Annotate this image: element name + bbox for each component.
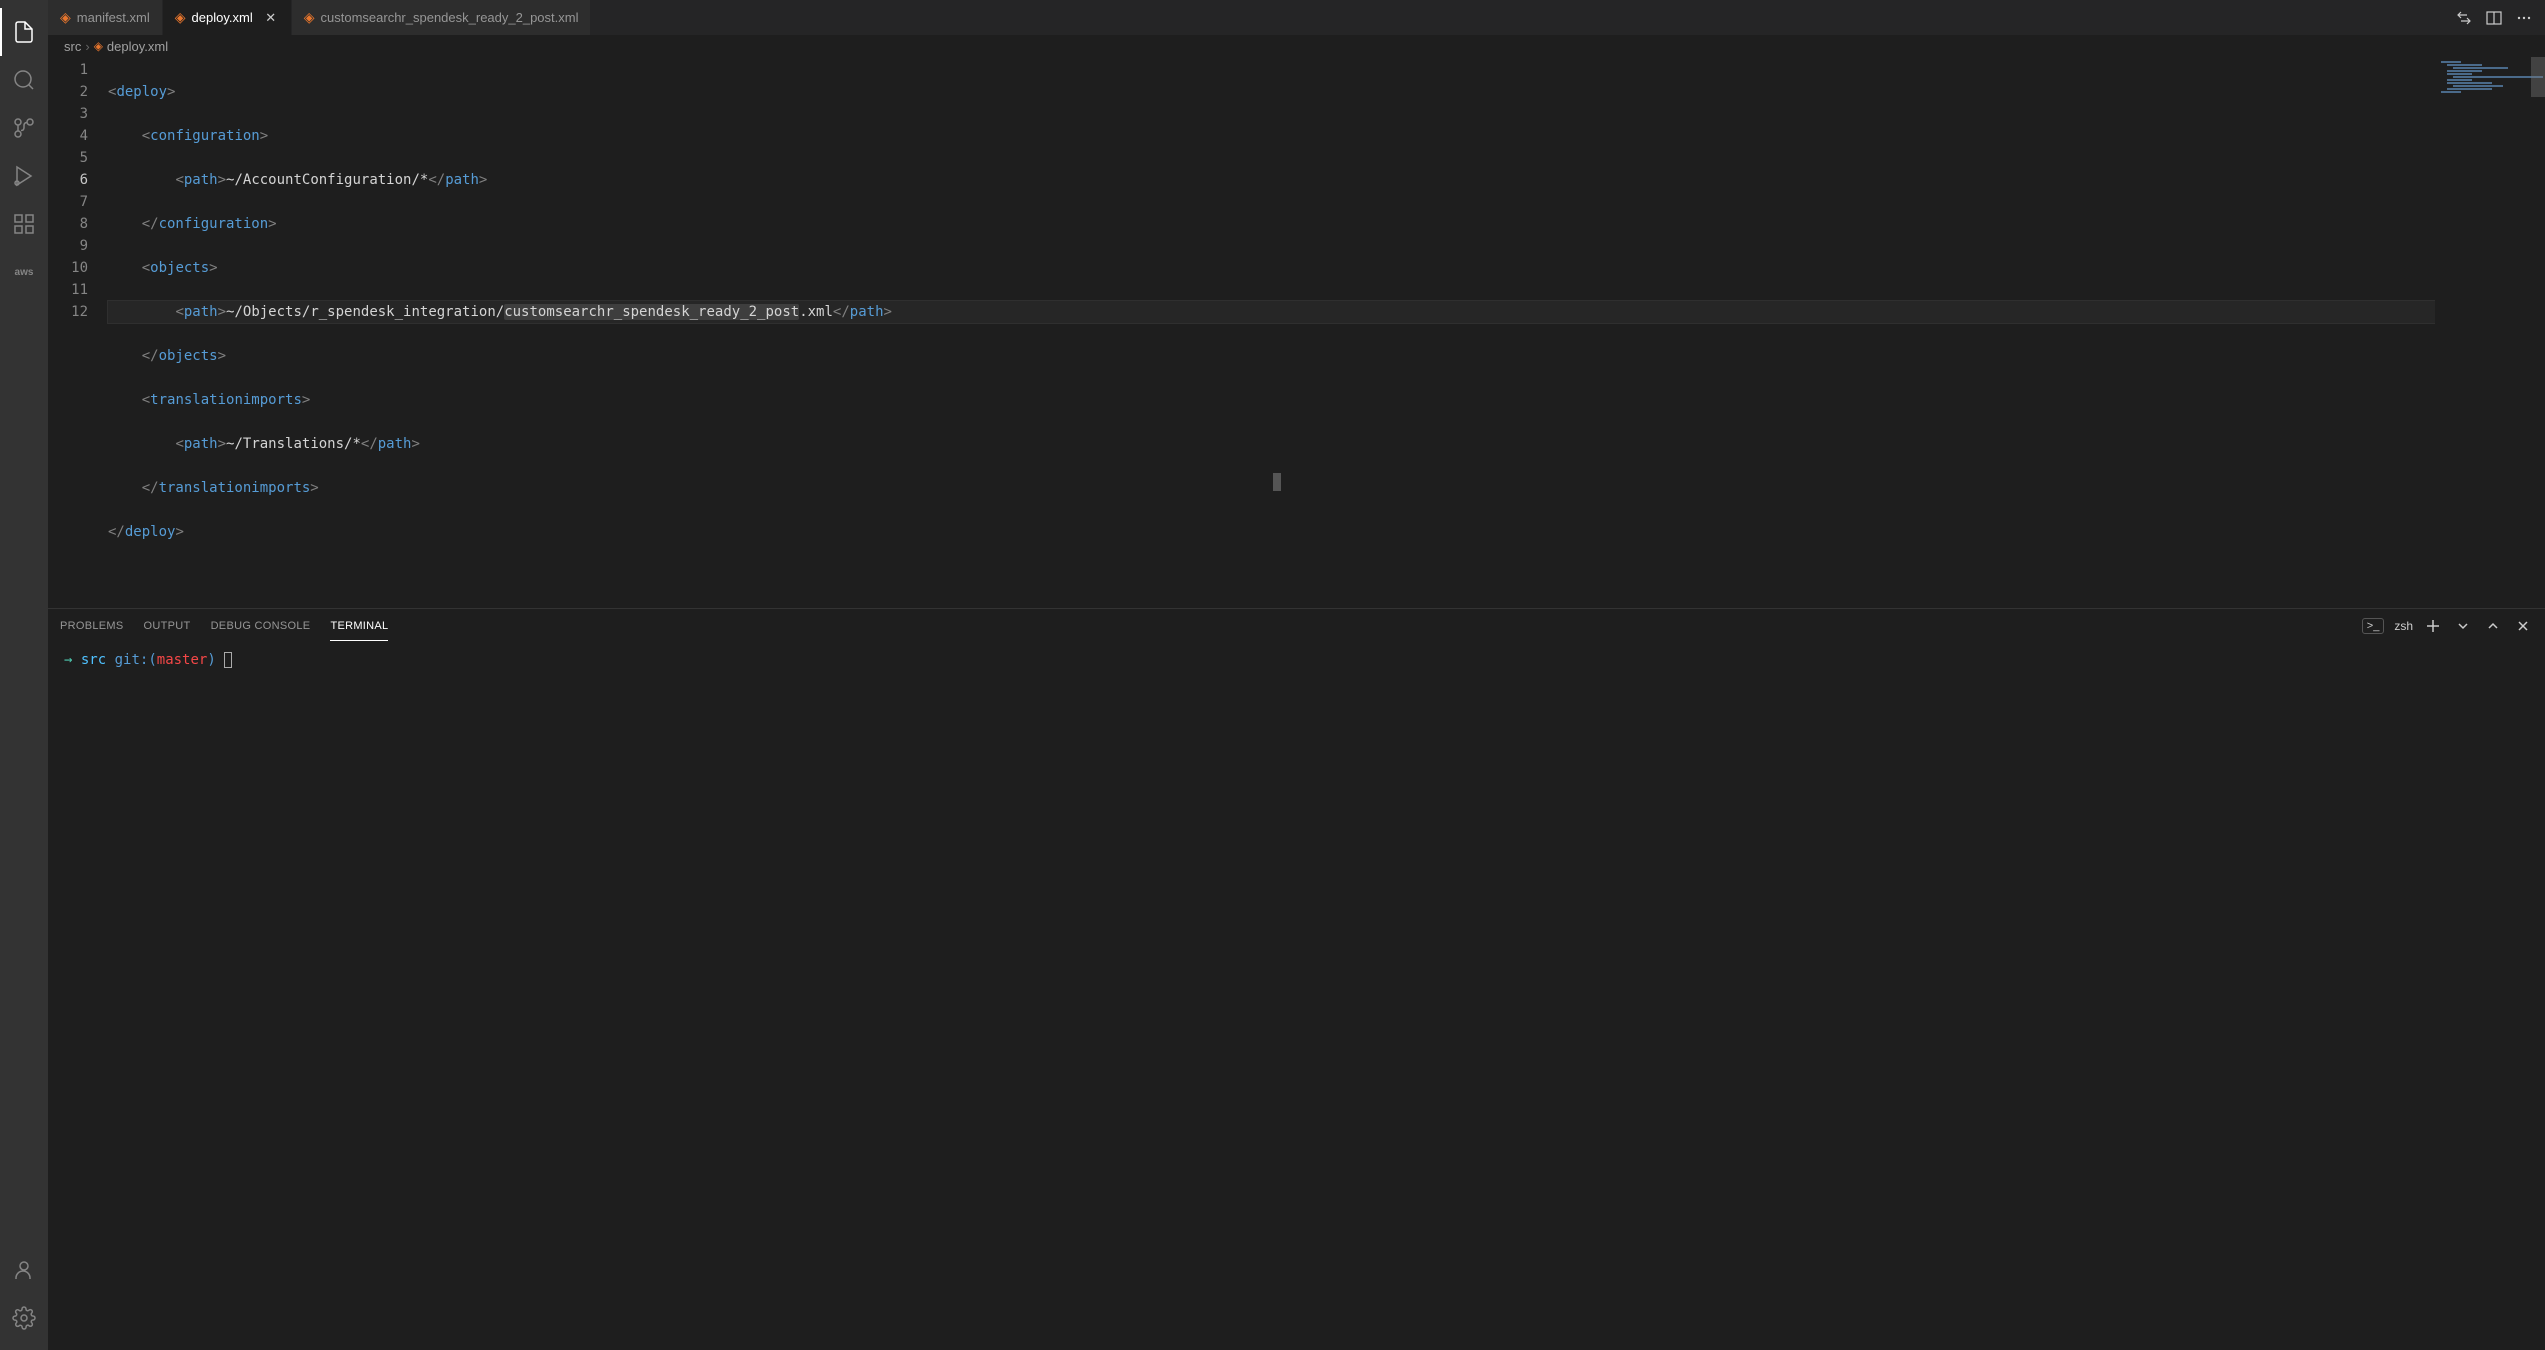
breadcrumb-file[interactable]: deploy.xml [107,39,168,54]
run-debug-icon[interactable] [0,152,48,200]
breadcrumbs[interactable]: src › ◈ deploy.xml [48,35,2545,57]
mouse-text-cursor [1273,473,1281,491]
chevron-right-icon: › [85,39,89,54]
split-editor-icon[interactable] [2483,7,2505,29]
more-actions-icon[interactable] [2513,7,2535,29]
tab-label: customsearchr_spendesk_ready_2_post.xml [321,10,579,25]
code-content[interactable]: <deploy> <configuration> <path>~/Account… [108,57,2435,608]
panel-tab-terminal[interactable]: TERMINAL [330,612,388,641]
search-icon[interactable] [0,56,48,104]
prompt-cwd: src [81,652,106,668]
xml-file-icon: ◈ [94,39,103,53]
source-control-icon[interactable] [0,104,48,152]
minimap[interactable] [2435,57,2545,608]
tab-customsearch[interactable]: ◈ customsearchr_spendesk_ready_2_post.xm… [292,0,592,35]
maximize-panel-icon[interactable] [2483,616,2503,636]
prompt-git-branch: master [157,652,208,668]
xml-file-icon: ◈ [175,9,186,26]
panel-tab-problems[interactable]: PROBLEMS [60,612,124,640]
panel-tab-output[interactable]: OUTPUT [144,612,191,640]
prompt-arrow: → [64,652,72,668]
close-panel-icon[interactable] [2513,616,2533,636]
prompt-git-close: ) [207,652,215,668]
breadcrumb-folder[interactable]: src [64,39,81,54]
panel-tab-debug[interactable]: DEBUG CONSOLE [211,612,311,640]
panel: PROBLEMS OUTPUT DEBUG CONSOLE TERMINAL >… [48,608,2545,1350]
terminal[interactable]: → src git:(master) [48,644,2545,1350]
tab-manifest[interactable]: ◈ manifest.xml [48,0,163,35]
terminal-dropdown-icon[interactable] [2453,616,2473,636]
tab-close-icon[interactable]: ✕ [263,10,279,26]
tab-deploy[interactable]: ◈ deploy.xml ✕ [163,0,292,35]
main-area: ◈ manifest.xml ◈ deploy.xml ✕ ◈ customse… [48,0,2545,1350]
line-number-gutter: 1 2 3 4 5 6 7 8 9 10 11 12 [48,57,108,608]
new-terminal-icon[interactable] [2423,616,2443,636]
tab-label: manifest.xml [77,10,150,25]
accounts-icon[interactable] [0,1246,48,1294]
scrollbar[interactable] [2531,57,2545,608]
terminal-cursor [224,652,232,668]
xml-file-icon: ◈ [304,9,315,26]
tabs-bar: ◈ manifest.xml ◈ deploy.xml ✕ ◈ customse… [48,0,2545,35]
tab-label: deploy.xml [192,10,253,25]
explorer-icon[interactable] [0,8,48,56]
shell-name[interactable]: zsh [2394,619,2413,633]
xml-file-icon: ◈ [60,9,71,26]
extensions-icon[interactable] [0,200,48,248]
activity-bar: aws [0,0,48,1350]
panel-tabs: PROBLEMS OUTPUT DEBUG CONSOLE TERMINAL >… [48,609,2545,644]
compare-changes-icon[interactable] [2453,7,2475,29]
shell-launch-icon[interactable]: >_ [2362,618,2385,634]
settings-gear-icon[interactable] [0,1294,48,1342]
prompt-git-label: git:( [115,652,157,668]
editor[interactable]: 1 2 3 4 5 6 7 8 9 10 11 12 <deploy> <con… [48,57,2545,608]
aws-icon[interactable]: aws [0,248,48,296]
